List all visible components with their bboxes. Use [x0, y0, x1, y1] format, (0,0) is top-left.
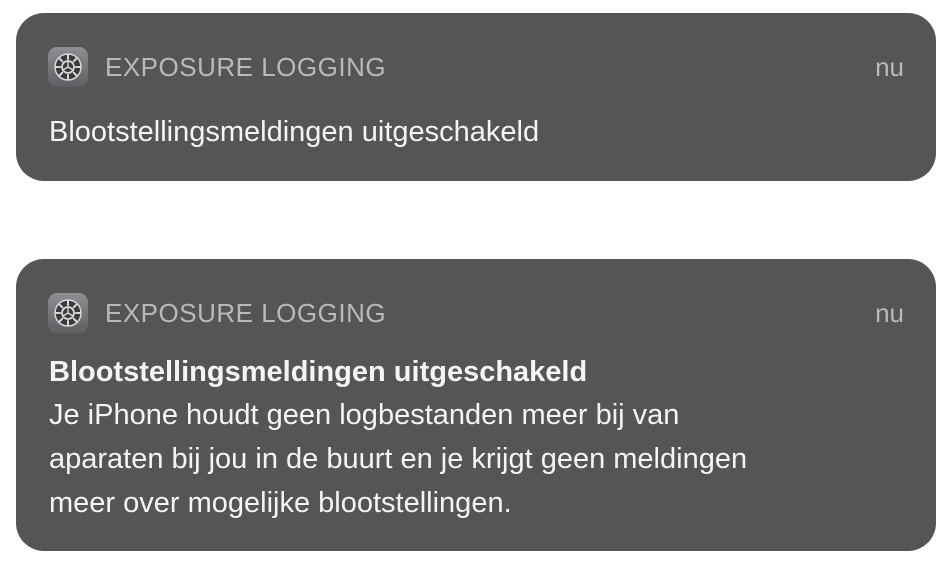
notification-header: EXPOSURE LOGGING nu: [48, 47, 904, 87]
notification-header: EXPOSURE LOGGING nu: [48, 293, 904, 333]
settings-gear-icon: [48, 293, 88, 333]
notification-body-line: aparaten bij jou in de buurt en je krijg…: [49, 443, 748, 475]
notification-card-expanded[interactable]: EXPOSURE LOGGING nu Blootstellingsmeldin…: [16, 259, 936, 551]
notification-body: Je iPhone houdt geen logbestanden meer b…: [49, 393, 896, 525]
notification-stack: EXPOSURE LOGGING nu Blootstellingsmeldin…: [0, 0, 952, 574]
app-name: EXPOSURE LOGGING: [105, 51, 387, 82]
notification-title: Blootstellingsmeldingen uitgeschakeld: [49, 116, 540, 148]
notification-body-line: Je iPhone houdt geen logbestanden meer b…: [49, 399, 680, 431]
notification-time: nu: [875, 297, 904, 328]
notification-time: nu: [875, 51, 904, 82]
notification-title: Blootstellingsmeldingen uitgeschakeld: [49, 356, 588, 388]
settings-gear-icon: [48, 47, 88, 87]
app-name: EXPOSURE LOGGING: [105, 297, 387, 328]
notification-body-line: meer over mogelijke blootstellingen.: [49, 487, 512, 519]
notification-card-collapsed[interactable]: EXPOSURE LOGGING nu Blootstellingsmeldin…: [16, 13, 936, 181]
